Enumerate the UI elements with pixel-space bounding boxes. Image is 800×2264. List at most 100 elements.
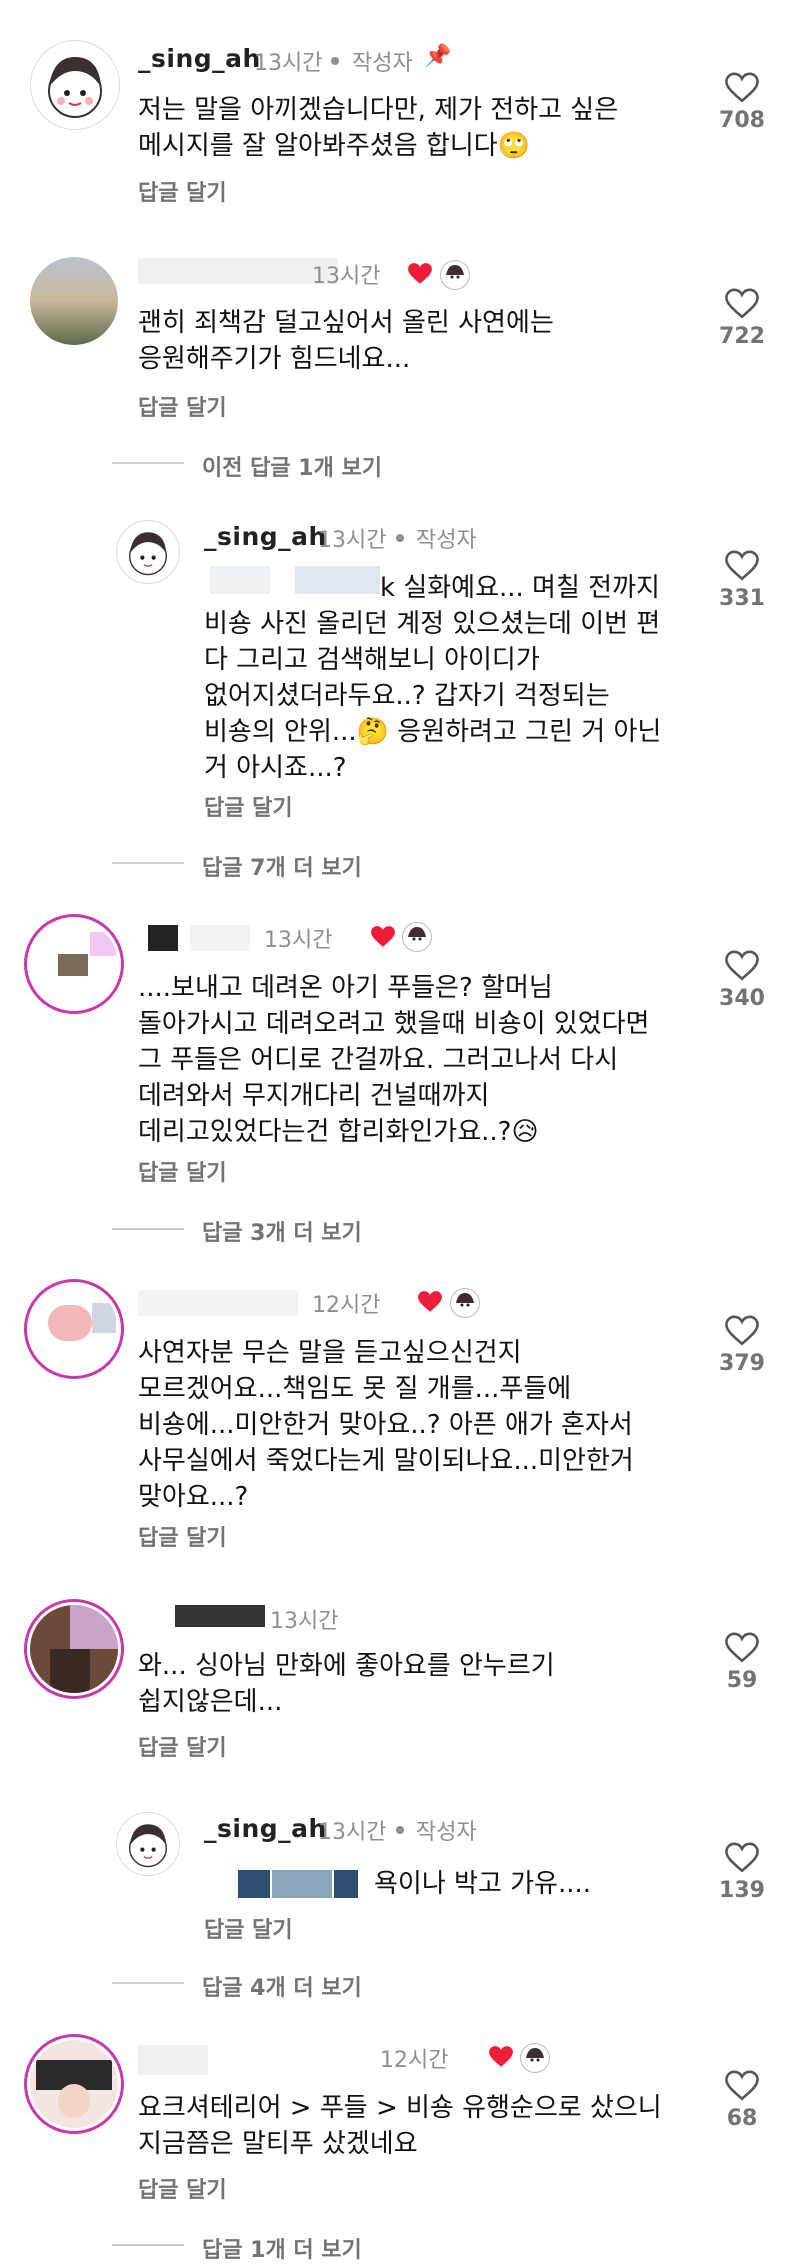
avatar[interactable] [30, 2040, 118, 2128]
view-more-replies[interactable]: 답글 1개 더 보기 [202, 2232, 362, 2264]
reply-button[interactable]: 답글 달기 [138, 1520, 227, 1552]
comment-line: k 실화예요... 며칠 전까지 [380, 573, 660, 603]
creator-avatar-icon [440, 260, 470, 290]
comment-text: 욕이나 박고 가유.... [374, 1866, 591, 1902]
heart-icon [725, 1315, 759, 1346]
comment-line: 요크셔테리어 > 푸들 > 비숑 유행순으로 샀으니 [138, 2093, 662, 2123]
like-button[interactable]: 139 [712, 1842, 772, 1903]
view-previous-replies[interactable]: 이전 답글 1개 보기 [202, 450, 382, 482]
avatar[interactable] [30, 1285, 118, 1373]
comment-time: 13시간 [264, 928, 333, 953]
heart-icon [725, 550, 759, 581]
avatar[interactable] [30, 40, 120, 130]
like-button[interactable]: 722 [712, 288, 772, 349]
heart-icon [725, 2070, 759, 2101]
creator-avatar-icon [450, 1288, 480, 1318]
redacted-username [175, 1605, 265, 1627]
like-button[interactable]: 331 [712, 550, 772, 611]
comment-line: 욕이나 박고 가유.... [374, 1869, 592, 1899]
redacted-mention [272, 1870, 332, 1898]
avatar[interactable] [30, 257, 118, 345]
reply-button[interactable]: 답글 달기 [138, 175, 227, 207]
divider-line [112, 462, 184, 464]
like-button[interactable]: 379 [712, 1315, 772, 1376]
comment-username[interactable]: _sing_ah [138, 44, 261, 73]
like-button[interactable]: 68 [712, 2070, 772, 2131]
author-tag: 작성자 [352, 51, 413, 76]
comment-username[interactable]: _sing_ah [204, 1814, 327, 1843]
avatar[interactable] [116, 1812, 180, 1876]
reply-button[interactable]: 답글 달기 [204, 1912, 293, 1944]
author-tag: 작성자 [416, 1820, 477, 1845]
comment-text: 괜히 죄책감 덜고싶어서 올린 사연에는 응원해주기가 힘드네요... [138, 305, 554, 377]
redacted-username [190, 925, 250, 951]
divider-line [112, 1228, 184, 1230]
comment-line: 지금쯤은 말티푸 샀겠네요 [138, 2129, 418, 2159]
avatar[interactable] [116, 520, 180, 584]
creator-avatar-icon [402, 922, 432, 952]
comment-time: 13시간 [254, 51, 323, 76]
heart-icon [725, 1632, 759, 1663]
comment-text: 요크셔테리어 > 푸들 > 비숑 유행순으로 샀으니 지금쯤은 말티푸 샀겠네요 [138, 2090, 662, 2162]
comment-line: 없어지셨더라두요..? 갑자기 걱정되는 [204, 681, 610, 711]
divider-line [112, 2244, 184, 2246]
redacted-mention [238, 1870, 270, 1898]
comment-line: 맞아요...? [138, 1482, 249, 1512]
like-count: 68 [726, 2106, 758, 2131]
comment-line: 비숑에...미안한거 맞아요..? 아픈 애가 혼자서 [138, 1410, 633, 1440]
redacted-username [138, 2045, 208, 2075]
comment-line: 데리고있었다는건 합리화인가요..?😥 [138, 1117, 539, 1147]
comment-line: 응원해주기가 힘드네요... [138, 344, 411, 374]
comment-line: 쉽지않은데... [138, 1687, 283, 1717]
creator-liked-heart-icon [418, 1291, 442, 1312]
view-more-replies[interactable]: 답글 4개 더 보기 [202, 1970, 362, 2002]
view-more-replies[interactable]: 답글 3개 더 보기 [202, 1215, 362, 1247]
like-button[interactable]: 708 [712, 72, 772, 133]
like-count: 331 [719, 586, 765, 611]
pin-icon: 📌 [424, 44, 452, 69]
separator-dot [396, 1826, 404, 1834]
comment-line: 돌아가시고 데려오려고 했을때 비숑이 있었다면 [138, 1009, 650, 1039]
comment-time: 12시간 [380, 2048, 449, 2073]
like-count: 139 [719, 1878, 765, 1903]
comment-line: 괜히 죄책감 덜고싶어서 올린 사연에는 [138, 308, 554, 338]
comment-line: 사연자분 무슨 말을 듣고싶으신건지 [138, 1338, 522, 1368]
like-button[interactable]: 59 [712, 1632, 772, 1693]
like-count: 340 [719, 986, 765, 1011]
redacted-username [138, 1290, 298, 1316]
heart-icon [725, 72, 759, 103]
comment-line: 데려와서 무지개다리 건널때까지 [138, 1081, 490, 1111]
reply-button[interactable]: 답글 달기 [204, 790, 293, 822]
comment-line: 모르겠어요...책임도 못 질 개를...푸들에 [138, 1374, 572, 1404]
comment-line: ....보내고 데려온 아기 푸들은? 할머님 [138, 973, 553, 1003]
comment-time: 13시간 [318, 528, 387, 553]
reply-button[interactable]: 답글 달기 [138, 1155, 227, 1187]
comment-line: 비숑의 안위...🤔 응원하려고 그린 거 아닌 [204, 717, 662, 747]
comment-line: 사무실에서 죽었다는게 말이되나요...미안한거 [138, 1446, 634, 1476]
comment-text: 사연자분 무슨 말을 듣고싶으신건지 모르겠어요...책임도 못 질 개를...… [138, 1335, 634, 1515]
redacted-username [138, 258, 338, 284]
creator-avatar-icon [520, 2043, 550, 2073]
comment-line: 그 푸들은 어디로 간걸까요. 그러고나서 다시 [138, 1045, 619, 1075]
avatar[interactable] [30, 1605, 118, 1693]
like-count: 722 [719, 324, 765, 349]
divider-line [112, 862, 184, 864]
comment-line: 다 그리고 검색해보니 아이디가 [204, 645, 540, 675]
heart-icon [725, 1842, 759, 1873]
comment-username[interactable]: _sing_ah [204, 522, 327, 551]
like-count: 379 [719, 1351, 765, 1376]
avatar[interactable] [30, 920, 118, 1008]
comment-text: 와... 싱아님 만화에 좋아요를 안누르기 쉽지않은데... [138, 1648, 555, 1720]
reply-button[interactable]: 답글 달기 [138, 390, 227, 422]
comment-line: 비숑 사진 올리던 계정 있으셨는데 이번 편 [204, 609, 661, 639]
comment-time: 13시간 [312, 264, 381, 289]
comment-time: 13시간 [318, 1820, 387, 1845]
reply-button[interactable]: 답글 달기 [138, 1730, 227, 1762]
reply-button[interactable]: 답글 달기 [138, 2172, 227, 2204]
like-button[interactable]: 340 [712, 950, 772, 1011]
comment-line: 메시지를 잘 알아봐주셨음 합니다🙄 [138, 131, 531, 161]
comment-time: 12시간 [312, 1293, 381, 1318]
view-more-replies[interactable]: 답글 7개 더 보기 [202, 850, 362, 882]
author-tag: 작성자 [416, 528, 477, 553]
separator-dot [396, 534, 404, 542]
